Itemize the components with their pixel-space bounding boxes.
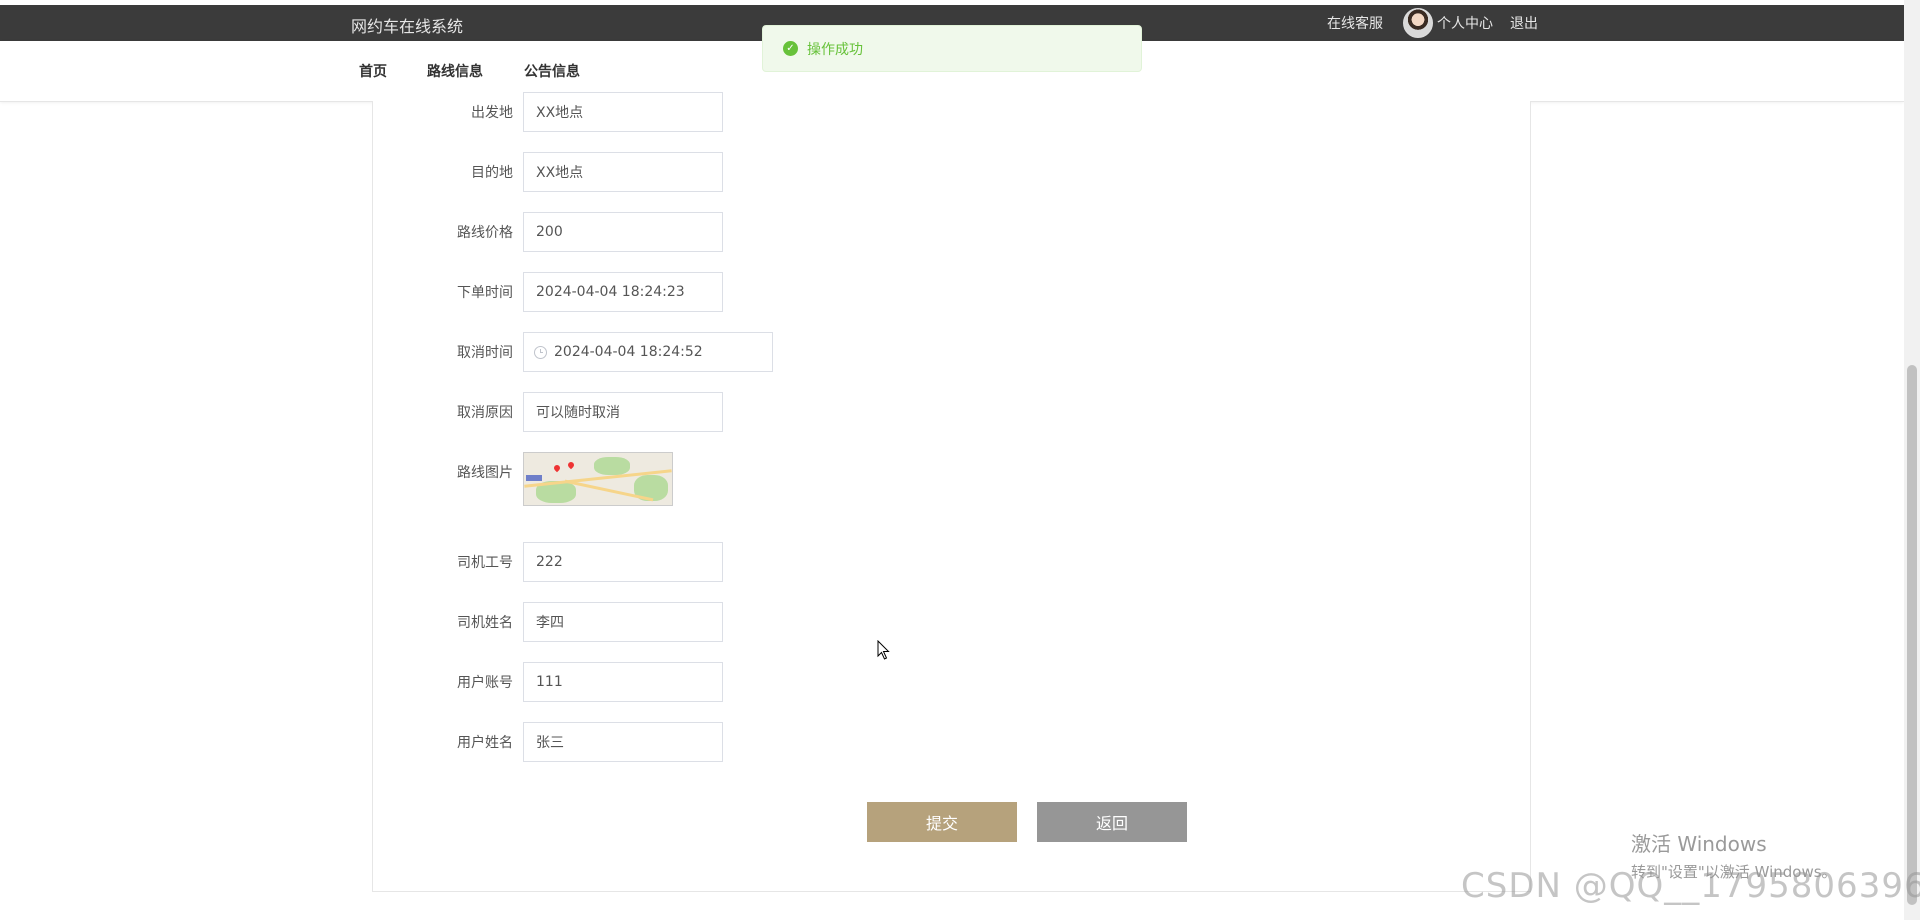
mouse-cursor-icon [877, 640, 890, 660]
order-time-field[interactable]: 2024-04-04 18:24:23 [523, 272, 723, 312]
windows-activation-title: 激活 Windows [1631, 832, 1767, 856]
cancel-reason-row: 取消原因 可以随时取消 [440, 392, 723, 432]
success-toast: ✓ 操作成功 [762, 25, 1142, 72]
check-circle-icon: ✓ [783, 41, 798, 56]
user-account-field[interactable]: 111 [523, 662, 723, 702]
driver-id-field[interactable]: 222 [523, 542, 723, 582]
personal-center-link[interactable]: 个人中心 [1437, 13, 1493, 33]
nav-notices[interactable]: 公告信息 [524, 61, 580, 81]
online-service-link[interactable]: 在线客服 [1327, 13, 1383, 33]
departure-field[interactable]: XX地点 [523, 92, 723, 132]
clock-icon [534, 345, 547, 359]
driver-id-label: 司机工号 [457, 555, 513, 571]
avatar[interactable] [1403, 8, 1433, 38]
departure-row: 出发地 XX地点 [440, 92, 723, 132]
order-time-label: 下单时间 [457, 285, 513, 301]
cancel-reason-label: 取消原因 [457, 405, 513, 421]
nav-home[interactable]: 首页 [359, 61, 387, 81]
order-time-row: 下单时间 2024-04-04 18:24:23 [440, 272, 723, 312]
departure-label: 出发地 [471, 105, 513, 121]
destination-row: 目的地 XX地点 [440, 152, 723, 192]
user-name-label: 用户姓名 [457, 735, 513, 751]
driver-id-row: 司机工号 222 [440, 542, 723, 582]
toast-message: 操作成功 [807, 41, 863, 58]
cancel-time-value: 2024-04-04 18:24:52 [554, 344, 703, 360]
driver-name-row: 司机姓名 李四 [440, 602, 723, 642]
page-scrollbar[interactable] [1904, 0, 1920, 920]
logout-link[interactable]: 退出 [1510, 13, 1538, 33]
user-name-field[interactable]: 张三 [523, 722, 723, 762]
route-image-label: 路线图片 [457, 465, 513, 481]
cancel-time-label: 取消时间 [457, 345, 513, 361]
app-title: 网约车在线系统 [351, 17, 464, 36]
top-links: 在线客服 个人中心 退出 [1327, 5, 1538, 41]
price-row: 路线价格 200 [440, 212, 723, 252]
price-field[interactable]: 200 [523, 212, 723, 252]
destination-field[interactable]: XX地点 [523, 152, 723, 192]
cancel-time-picker[interactable]: 2024-04-04 18:24:52 [523, 332, 773, 372]
csdn-watermark: CSDN @QQ__1795806396 [1461, 866, 1920, 906]
driver-name-label: 司机姓名 [457, 615, 513, 631]
user-name-row: 用户姓名 张三 [440, 722, 723, 762]
submit-button[interactable]: 提交 [867, 802, 1017, 842]
user-account-label: 用户账号 [457, 675, 513, 691]
scrollbar-thumb[interactable] [1907, 365, 1917, 905]
back-button[interactable]: 返回 [1037, 802, 1187, 842]
route-map-thumbnail[interactable] [523, 452, 673, 506]
user-account-row: 用户账号 111 [440, 662, 723, 702]
route-image-row: 路线图片 [440, 452, 673, 506]
cancel-reason-field[interactable]: 可以随时取消 [523, 392, 723, 432]
driver-name-field[interactable]: 李四 [523, 602, 723, 642]
cancel-time-row: 取消时间 2024-04-04 18:24:52 [440, 332, 773, 372]
price-label: 路线价格 [457, 225, 513, 241]
nav-routes[interactable]: 路线信息 [427, 61, 483, 81]
destination-label: 目的地 [471, 165, 513, 181]
